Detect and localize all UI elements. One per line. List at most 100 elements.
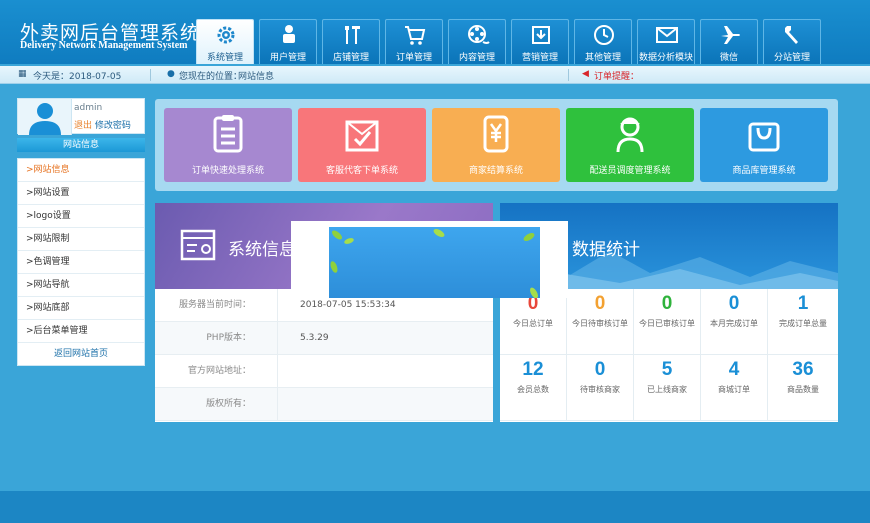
sidebar-item-site-settings[interactable]: >网站设置 [18, 182, 144, 205]
stat-today-approved[interactable]: 0 今日已审核订单 [634, 289, 701, 355]
stat-value: 1 [797, 293, 809, 314]
sysinfo-key: 服务器当前时间： [155, 289, 278, 322]
today-date: 今天是：2018-07-05 [33, 72, 122, 82]
stat-members[interactable]: 12 会员总数 [500, 355, 567, 421]
sidebar-item-logo-settings[interactable]: >logo设置 [18, 205, 144, 228]
nav-other[interactable]: 其他管理 [574, 19, 632, 64]
sysinfo-row: 版权所有： [155, 388, 493, 421]
nav-label: 订单管理 [395, 53, 432, 63]
sidebar-item-color-theme[interactable]: >色调管理 [18, 251, 144, 274]
popup-image [329, 227, 540, 298]
sidebar-item-site-info[interactable]: >网站信息 [18, 159, 144, 182]
change-password-link[interactable]: 修改密码 [95, 121, 131, 131]
stat-value: 0 [728, 293, 740, 314]
stat-product-count[interactable]: 36 商品数量 [768, 355, 838, 421]
stat-total-completed[interactable]: 1 完成订单总量 [768, 289, 838, 355]
user-links: 退出 修改密码 [74, 118, 131, 131]
tile-courier-dispatch[interactable]: 配送员调度管理系统 [566, 108, 694, 182]
stat-today-orders[interactable]: 0 今日总订单 [500, 289, 567, 355]
nav-shops[interactable]: 店铺管理 [322, 19, 380, 64]
sidebar-title: 网站信息 [17, 138, 145, 152]
airplane-icon [721, 26, 740, 44]
stat-label: 商品数量 [787, 385, 819, 394]
user-box: admin 退出 修改密码 [17, 98, 145, 135]
avatar-user-icon [29, 103, 61, 135]
nav-label: 系统管理 [206, 53, 243, 63]
wrench-icon [785, 26, 798, 44]
stat-month-completed[interactable]: 0 本月完成订单 [701, 289, 768, 355]
cart-icon [405, 26, 426, 45]
nav-label: 数据分析模块 [638, 53, 693, 63]
tile-order-processing[interactable]: 订单快速处理系统 [164, 108, 292, 182]
tools-icon [345, 26, 360, 44]
nav-substation[interactable]: 分站管理 [763, 19, 821, 64]
system-info-title: 系统信息 [228, 240, 296, 260]
sysinfo-key: PHP版本： [155, 322, 278, 355]
stat-value: 12 [522, 359, 544, 380]
stat-label: 已上线商家 [647, 385, 687, 394]
nav-system[interactable]: 系统管理 [196, 19, 254, 64]
order-alert[interactable]: 订单提醒： [594, 69, 639, 82]
user-icon [283, 25, 295, 43]
sysinfo-row: 官方网站地址： [155, 355, 493, 388]
nav-analytics[interactable]: 数据分析模块 [637, 19, 695, 64]
tile-merchant-settlement[interactable]: 商家结算系统 [432, 108, 560, 182]
leaf-decoration [330, 229, 538, 298]
shopping-bag-icon [748, 122, 780, 152]
header: 外卖网后台管理系统 Delivery Network Management Sy… [0, 0, 870, 64]
stat-label: 商城订单 [718, 385, 750, 394]
receipt-yen-icon [483, 115, 509, 153]
nav-label: 内容管理 [458, 53, 495, 63]
sysinfo-key: 版权所有： [155, 388, 278, 421]
nav-label: 用户管理 [269, 53, 306, 63]
tile-customer-service-order[interactable]: 客服代客下单系统 [298, 108, 426, 182]
stat-value: 0 [594, 359, 606, 380]
popup-overlay [291, 221, 568, 298]
location-label: 您现在的位置： [179, 72, 243, 82]
stat-value: 4 [728, 359, 740, 380]
sidebar-item-site-footer[interactable]: >网站底部 [18, 297, 144, 320]
sidebar-item-admin-menu[interactable]: >后台菜单管理 [18, 320, 144, 343]
location-icon: ● [167, 69, 175, 79]
courier-icon [616, 117, 644, 153]
nav-label: 营销管理 [521, 53, 558, 63]
divider [150, 69, 151, 81]
stat-label: 今日总订单 [513, 319, 553, 328]
nav-wechat[interactable]: 微信 [700, 19, 758, 64]
sidebar-item-site-nav[interactable]: >网站导航 [18, 274, 144, 297]
nav-label: 店铺管理 [332, 53, 369, 63]
clipboard-icon [213, 115, 243, 153]
sidebar-item-site-limits[interactable]: >网站限制 [18, 228, 144, 251]
gear-icon [217, 26, 235, 44]
stat-label: 今日待审核订单 [572, 319, 628, 328]
stat-label: 完成订单总量 [779, 319, 827, 328]
stat-value: 5 [661, 359, 673, 380]
location-breadcrumb[interactable]: 网站信息 [238, 69, 274, 82]
calendar-icon: ▦ [18, 69, 27, 79]
nav-label: 分站管理 [773, 53, 810, 63]
film-reel-icon [468, 25, 490, 44]
nav-content[interactable]: 内容管理 [448, 19, 506, 64]
stat-pending-merchants[interactable]: 0 待审核商家 [567, 355, 634, 421]
sysinfo-value: 5.3.29 [300, 333, 329, 343]
stat-online-merchants[interactable]: 5 已上线商家 [634, 355, 701, 421]
sysinfo-row: PHP版本： 5.3.29 [155, 322, 493, 355]
username: admin [74, 103, 103, 113]
quick-tiles: 订单快速处理系统 客服代客下单系统 商家结算系统 配送员调度管理系统 商品库管理… [155, 99, 838, 191]
stat-today-pending[interactable]: 0 今日待审核订单 [567, 289, 634, 355]
nav-marketing[interactable]: 营销管理 [511, 19, 569, 64]
nav-orders[interactable]: 订单管理 [385, 19, 443, 64]
avatar [18, 99, 72, 135]
envelope-icon [656, 27, 678, 43]
logo-title-en: Delivery Network Management System [20, 40, 188, 51]
stats-title: 数据统计 [572, 240, 640, 260]
logout-link[interactable]: 退出 [74, 121, 92, 131]
tile-label: 商品库管理系统 [732, 166, 796, 176]
info-bar: ▦ 今天是：2018-07-05 ● 您现在的位置： 网站信息 ◀ 订单提醒： [0, 66, 870, 84]
back-to-site-link[interactable]: 返回网站首页 [18, 344, 144, 365]
nav-users[interactable]: 用户管理 [259, 19, 317, 64]
stat-label: 会员总数 [517, 385, 549, 394]
tile-product-library[interactable]: 商品库管理系统 [700, 108, 828, 182]
stat-mall-orders[interactable]: 4 商城订单 [701, 355, 768, 421]
nav-label: 微信 [719, 53, 738, 63]
